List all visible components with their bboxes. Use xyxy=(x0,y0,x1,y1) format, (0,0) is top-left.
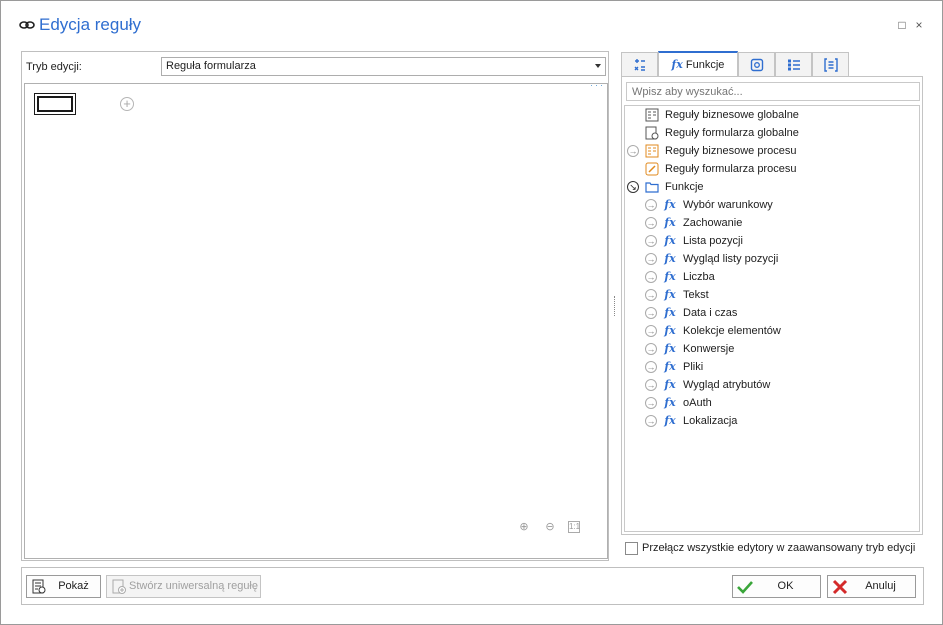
fx-icon: fx xyxy=(664,216,676,229)
expand-icon[interactable]: → xyxy=(645,271,657,283)
panel-splitter[interactable] xyxy=(614,296,616,316)
create-universal-rule-label: Stwórz uniwersalną regułę xyxy=(128,580,258,592)
tab-functions[interactable]: fx Funkcje xyxy=(658,51,738,78)
tree-item-label: Reguły biznesowe globalne xyxy=(665,109,799,121)
rule-editor-panel: Tryb edycji: Reguła formularza ··· + ⊕ ⊖… xyxy=(21,51,609,561)
tree-item-label: Wygląd listy pozycji xyxy=(683,253,779,265)
edit-mode-label: Tryb edycji: xyxy=(26,61,82,73)
close-icon[interactable]: × xyxy=(913,19,925,31)
tab-form[interactable] xyxy=(812,52,849,77)
tree-item-label: Tekst xyxy=(683,289,709,301)
tree-item-label: Reguły biznesowe procesu xyxy=(665,145,797,157)
footer-bar: Pokaż Stwórz uniwersalną regułę OK Anulu… xyxy=(21,567,924,605)
document-preview-icon xyxy=(32,579,46,594)
advanced-mode-checkbox[interactable] xyxy=(625,542,638,555)
fx-icon: fx xyxy=(664,252,676,265)
zoom-out-icon[interactable]: ⊖ xyxy=(542,519,558,535)
cancel-button-label: Anuluj xyxy=(865,580,896,592)
advanced-mode-label: Przełącz wszystkie edytory w zaawansowan… xyxy=(642,542,916,554)
tree-item-label: Konwersje xyxy=(683,343,735,355)
zoom-reset-icon[interactable]: 1:1 xyxy=(568,521,580,533)
tree-item-label: Wygląd atrybutów xyxy=(683,379,771,391)
rule-node-placeholder[interactable] xyxy=(34,93,76,115)
tree-item-label: Lokalizacja xyxy=(683,415,738,427)
window-title: Edycja reguły xyxy=(39,15,142,34)
rule-editor-window: Edycja reguły □ × Tryb edycji: Reguła fo… xyxy=(0,0,943,625)
expand-icon[interactable]: → xyxy=(645,361,657,373)
tree-item-label: oAuth xyxy=(683,397,712,409)
functions-tab-content: Reguły biznesowe globalne Reguły formula… xyxy=(621,76,923,535)
rule-canvas[interactable]: ··· + ⊕ ⊖ 1:1 xyxy=(24,80,608,559)
chevron-down-icon xyxy=(595,64,601,68)
values-icon xyxy=(750,58,763,72)
expand-icon[interactable]: → xyxy=(645,343,657,355)
search-input[interactable] xyxy=(626,82,920,101)
expand-icon[interactable]: → xyxy=(645,235,657,247)
toolbox-panel: fx Funkcje Reguły biznesowe globalne Reg… xyxy=(621,51,924,536)
fx-icon: fx xyxy=(664,342,676,355)
show-button[interactable]: Pokaż xyxy=(26,575,101,598)
ok-button-label: OK xyxy=(777,580,794,592)
resize-grip[interactable]: ··· xyxy=(590,80,605,90)
tree-item-label: Reguły formularza globalne xyxy=(665,127,799,139)
fx-icon: fx xyxy=(671,58,683,71)
collapse-icon[interactable]: ↘ xyxy=(627,181,639,193)
link-icon xyxy=(19,18,35,32)
zoom-in-icon[interactable]: ⊕ xyxy=(516,519,532,535)
business-rule-icon xyxy=(645,108,659,122)
tab-item-list[interactable] xyxy=(775,52,812,77)
expand-icon[interactable]: → xyxy=(645,307,657,319)
add-node-icon[interactable]: + xyxy=(120,97,134,111)
cancel-button[interactable]: Anuluj xyxy=(827,575,916,598)
show-button-label: Pokaż xyxy=(58,580,89,592)
expand-icon[interactable]: → xyxy=(645,253,657,265)
form-rule-icon xyxy=(645,126,659,140)
create-universal-rule-button[interactable]: Stwórz uniwersalną regułę xyxy=(106,575,261,598)
expand-icon[interactable]: → xyxy=(645,217,657,229)
fx-icon: fx xyxy=(664,198,676,211)
expand-icon[interactable]: → xyxy=(645,415,657,427)
fx-icon: fx xyxy=(664,234,676,247)
tree-item-label: Zachowanie xyxy=(683,217,743,229)
tab-values[interactable] xyxy=(738,52,775,77)
tree-item-label: Data i czas xyxy=(683,307,738,319)
fx-icon: fx xyxy=(664,360,676,373)
expand-icon[interactable]: → xyxy=(645,397,657,409)
tree-item-label: Wybór warunkowy xyxy=(683,199,773,211)
fx-icon: fx xyxy=(664,396,676,409)
form-rule-icon xyxy=(645,162,659,176)
edit-mode-select[interactable]: Reguła formularza xyxy=(161,57,606,76)
business-rule-icon xyxy=(645,144,659,158)
add-rule-icon xyxy=(112,579,126,594)
fx-icon: fx xyxy=(664,288,676,301)
form-icon xyxy=(823,58,838,72)
tree-item-label: Pliki xyxy=(683,361,704,373)
operators-icon xyxy=(634,59,645,71)
functions-tree: Reguły biznesowe globalne Reguły formula… xyxy=(624,105,920,532)
expand-icon[interactable]: → xyxy=(645,379,657,391)
maximize-icon[interactable]: □ xyxy=(896,19,908,31)
fx-icon: fx xyxy=(664,270,676,283)
tree-item-label: Lista pozycji xyxy=(683,235,743,247)
tree-item-label: Reguły formularza procesu xyxy=(665,163,797,175)
folder-icon xyxy=(645,182,659,193)
fx-icon: fx xyxy=(664,324,676,337)
edit-mode-value: Reguła formularza xyxy=(166,60,256,72)
expand-icon[interactable]: → xyxy=(645,325,657,337)
fx-icon: fx xyxy=(664,414,676,427)
expand-icon[interactable]: → xyxy=(627,145,639,157)
ok-button[interactable]: OK xyxy=(732,575,821,598)
tree-item-label: Kolekcje elementów xyxy=(683,325,781,337)
tab-operators[interactable] xyxy=(621,52,658,77)
fx-icon: fx xyxy=(664,378,676,391)
tree-item-label: Funkcje xyxy=(665,181,704,193)
fx-icon: fx xyxy=(664,306,676,319)
rule-node-inner xyxy=(37,96,73,112)
title-bar: Edycja reguły □ × xyxy=(1,1,942,49)
expand-icon[interactable]: → xyxy=(645,289,657,301)
list-icon xyxy=(787,59,800,71)
tab-functions-label: Funkcje xyxy=(685,59,725,71)
tree-item-label: Liczba xyxy=(683,271,715,283)
expand-icon[interactable]: → xyxy=(645,199,657,211)
